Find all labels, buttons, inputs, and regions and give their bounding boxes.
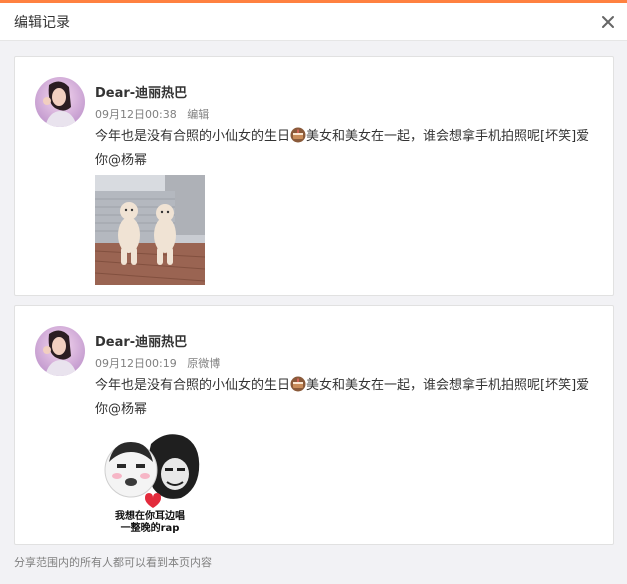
dialog-body: Dear-迪丽热巴 09月12日00:38 编辑 今年也是没有合照的小仙女的生日… bbox=[0, 41, 627, 584]
cake-icon bbox=[290, 127, 306, 143]
avatar[interactable] bbox=[35, 77, 85, 127]
author-name[interactable]: Dear-迪丽热巴 bbox=[95, 331, 187, 350]
footer-note: 分享范围内的所有人都可以看到本页内容 bbox=[14, 556, 212, 569]
author-name[interactable]: Dear-迪丽热巴 bbox=[95, 82, 187, 101]
post-text-part: 今年也是没有合照的小仙女的生日 bbox=[95, 129, 291, 144]
post-time[interactable]: 09月12日00:19 bbox=[95, 357, 177, 370]
post-text: 今年也是没有合照的小仙女的生日 美女和美女在一起，谁会想拿手机拍照呢[坏笑]爱你… bbox=[95, 374, 600, 422]
dialog-header: 编辑记录 bbox=[0, 3, 627, 41]
post-text-part: 今年也是没有合照的小仙女的生日 bbox=[95, 378, 291, 393]
record-tag: 编辑 bbox=[187, 108, 210, 121]
record-tag: 原微博 bbox=[187, 357, 221, 370]
post-meta: 09月12日00:19 原微博 bbox=[95, 355, 227, 371]
post-image[interactable] bbox=[95, 175, 205, 285]
cake-icon bbox=[290, 376, 306, 392]
avatar[interactable] bbox=[35, 326, 85, 376]
close-icon[interactable] bbox=[600, 14, 616, 30]
edit-record-card: Dear-迪丽热巴 09月12日00:19 原微博 今年也是没有合照的小仙女的生… bbox=[14, 305, 614, 545]
edit-record-card: Dear-迪丽热巴 09月12日00:38 编辑 今年也是没有合照的小仙女的生日… bbox=[14, 56, 614, 296]
post-text: 今年也是没有合照的小仙女的生日 美女和美女在一起，谁会想拿手机拍照呢[坏笑]爱你… bbox=[95, 125, 600, 173]
post-meta: 09月12日00:38 编辑 bbox=[95, 106, 216, 122]
post-image[interactable]: 我想在你耳边唱 一整晚的rap bbox=[95, 424, 205, 534]
dialog-title: 编辑记录 bbox=[14, 15, 70, 31]
image-caption-line2: 一整晚的rap bbox=[121, 521, 180, 534]
post-time[interactable]: 09月12日00:38 bbox=[95, 108, 177, 121]
image-caption-line1: 我想在你耳边唱 bbox=[115, 509, 185, 522]
